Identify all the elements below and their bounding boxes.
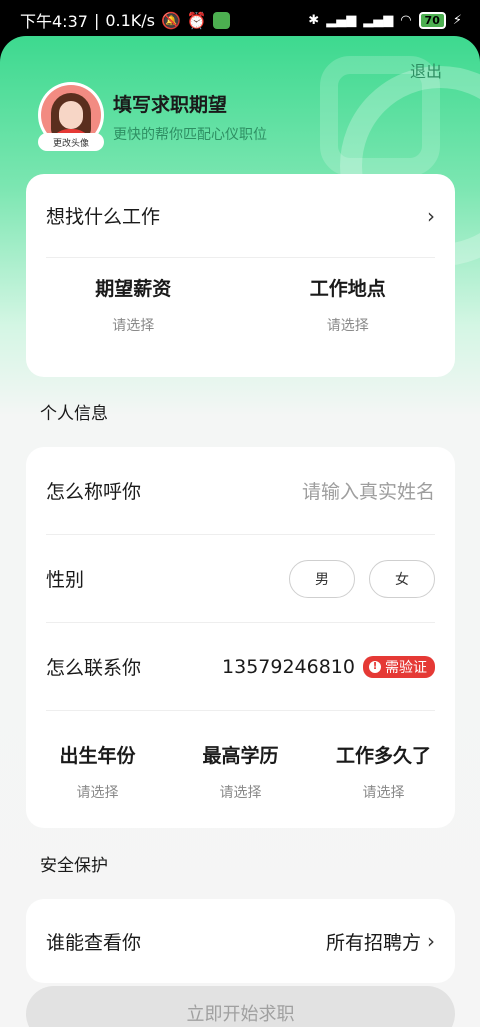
gender-male-button[interactable]: 男 — [289, 559, 355, 598]
job-expectation-card: 想找什么工作 › 期望薪资 请选择 工作地点 请选择 — [26, 174, 455, 377]
experience-label: 工作多久了 — [335, 745, 431, 767]
name-label: 怎么称呼你 — [46, 481, 142, 503]
mute-icon: 🔕 — [161, 10, 181, 30]
visibility-label: 谁能查看你 — [46, 931, 142, 954]
page-title: 填写求职期望 — [113, 94, 228, 116]
verify-badge-text: 需验证 — [385, 659, 427, 676]
security-card: 谁能查看你 所有招聘方 › — [26, 899, 455, 983]
gender-label: 性别 — [46, 569, 85, 591]
contact-label: 怎么联系你 — [46, 657, 142, 679]
network-speed: 0.1K/s — [105, 10, 155, 30]
location-value: 请选择 — [326, 318, 369, 334]
alert-icon: ! — [369, 660, 381, 673]
education-label: 最高学历 — [202, 745, 279, 767]
visibility-row[interactable]: 谁能查看你 所有招聘方 › — [46, 899, 435, 983]
salary-label: 期望薪资 — [95, 278, 172, 300]
name-row: 怎么称呼你 请输入真实姓名 — [46, 447, 435, 535]
alarm-icon: ⏰ — [186, 10, 207, 30]
start-job-search-button[interactable]: 立即开始求职 — [26, 986, 455, 1027]
status-time: 下午4:37 — [20, 12, 88, 31]
gender-female-button[interactable]: 女 — [369, 559, 435, 598]
job-profile-screen: 退出 更改头像 填写求职期望 更快的帮你匹配心仪职位 想找什么工作 › 期望薪资… — [0, 36, 480, 1027]
contact-row[interactable]: 怎么联系你 13579246810 ! 需验证 — [46, 623, 435, 711]
job-type-row[interactable]: 想找什么工作 › — [46, 174, 435, 258]
salary-value: 请选择 — [112, 318, 155, 334]
experience-selector[interactable]: 工作多久了 请选择 — [312, 741, 455, 802]
birth-year-label: 出生年份 — [59, 745, 136, 767]
education-value: 请选择 — [219, 785, 262, 801]
signal-icon-2: ▂▄▆ — [363, 12, 394, 28]
phone-number: 13579246810 — [222, 655, 355, 678]
app-notification-icon — [212, 11, 230, 29]
job-type-label: 想找什么工作 — [46, 206, 161, 228]
chevron-right-icon: › — [427, 929, 435, 953]
birth-year-value: 请选择 — [76, 785, 119, 801]
page-subtitle: 更快的帮你匹配心仪职位 — [113, 127, 267, 143]
chevron-right-icon: › — [427, 203, 435, 228]
signal-icon: ▂▄▆ — [326, 12, 357, 28]
birth-year-selector[interactable]: 出生年份 请选择 — [26, 741, 169, 802]
salary-selector[interactable]: 期望薪资 请选择 — [26, 274, 241, 335]
education-selector[interactable]: 最高学历 请选择 — [169, 741, 312, 802]
change-avatar-button[interactable]: 更改头像 — [38, 133, 104, 151]
personal-info-title: 个人信息 — [40, 404, 108, 424]
charging-icon: ⚡ — [452, 12, 462, 28]
gender-row: 性别 男 女 — [46, 535, 435, 623]
security-title: 安全保护 — [40, 856, 108, 876]
visibility-value: 所有招聘方 — [325, 931, 421, 954]
status-bar: 下午4:37 | 0.1K/s 🔕 ⏰ ✱ ▂▄▆ ▂▄▆ ◠ 70 ⚡ — [0, 0, 480, 40]
wifi-icon: ◠ — [400, 12, 412, 28]
bluetooth-icon: ✱ — [308, 12, 320, 28]
personal-info-card: 怎么称呼你 请输入真实姓名 性别 男 女 怎么联系你 13579246810 !… — [26, 447, 455, 828]
location-label: 工作地点 — [309, 278, 386, 300]
battery-icon: 70 — [418, 11, 446, 29]
verify-badge[interactable]: ! 需验证 — [363, 655, 435, 678]
name-input[interactable]: 请输入真实姓名 — [302, 477, 435, 504]
experience-value: 请选择 — [362, 785, 405, 801]
logout-button[interactable]: 退出 — [410, 58, 442, 82]
location-selector[interactable]: 工作地点 请选择 — [241, 274, 456, 335]
